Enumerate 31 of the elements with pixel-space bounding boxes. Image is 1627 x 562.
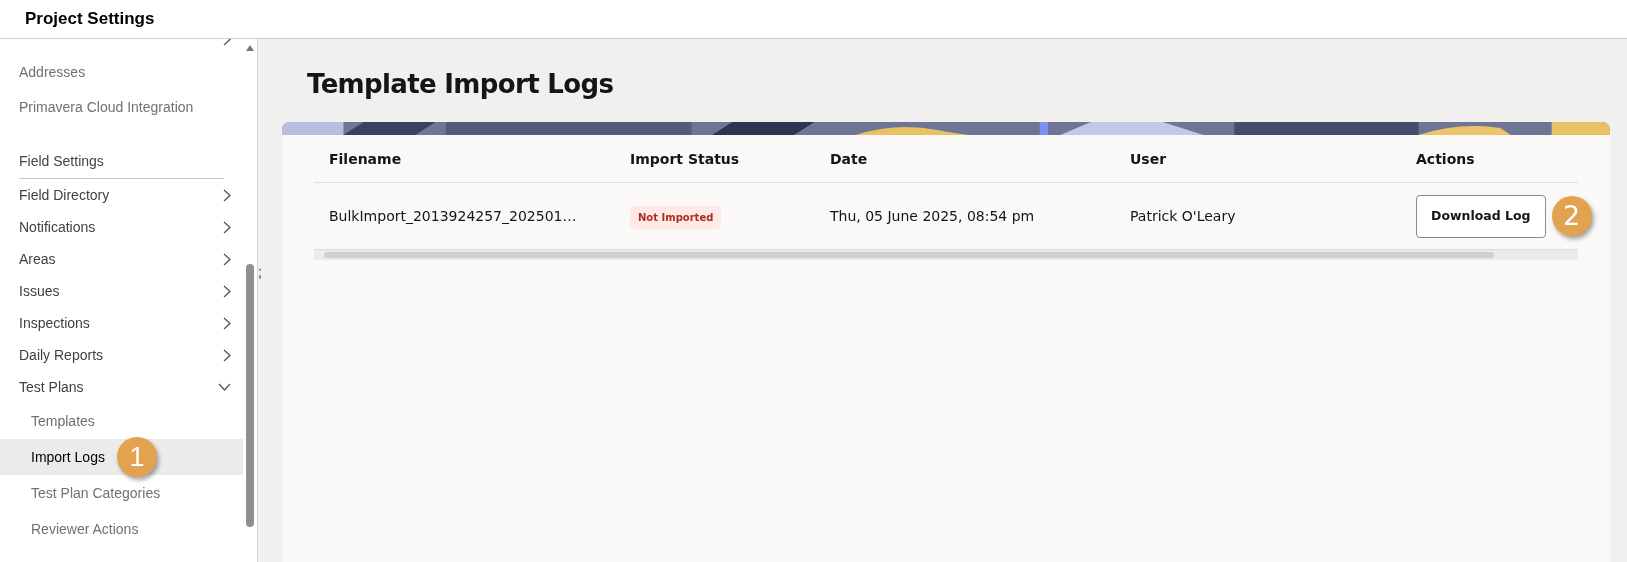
- sidebar-item[interactable]: Daily Reports: [0, 339, 243, 371]
- sidebar-item[interactable]: Test Plans: [0, 371, 243, 403]
- column-header: Filename: [329, 150, 402, 167]
- header-title: Project Settings: [25, 8, 155, 31]
- sidebar-item[interactable]: Addresses: [0, 55, 243, 90]
- column-header: Actions: [1416, 150, 1475, 167]
- sidebar-item[interactable]: Notifications: [0, 211, 243, 243]
- download-log-button[interactable]: Download Log: [1416, 194, 1546, 238]
- scrollbar[interactable]: [243, 39, 258, 562]
- column-header: Import Status: [630, 150, 740, 167]
- stray-text: ;: [258, 263, 263, 282]
- sidebar-item[interactable]: Field Directory: [0, 179, 243, 211]
- table-cell: Patrick O'Leary: [1130, 208, 1236, 224]
- sidebar-item[interactable]: Reviewer Actions: [0, 511, 243, 547]
- column-header: Date: [830, 150, 868, 167]
- sidebar-item[interactable]: Templates: [0, 403, 243, 439]
- annotation-badge: 1: [116, 437, 157, 477]
- sidebar-item[interactable]: Test Plan Categories: [0, 475, 243, 511]
- sidebar-item[interactable]: Areas: [0, 243, 243, 275]
- column-header: User: [1130, 150, 1167, 167]
- annotation-badge: 2: [1551, 196, 1592, 236]
- page-title: Template Import Logs: [307, 68, 615, 101]
- sidebar-item[interactable]: Import Logs 1: [0, 439, 243, 475]
- horizontal-scrollbar[interactable]: [314, 250, 1578, 260]
- section-heading: Field Settings: [19, 152, 104, 171]
- table-cell: Thu, 05 June 2025, 08:54 pm: [830, 208, 1035, 224]
- status-badge: Not Imported: [630, 205, 722, 229]
- sidebar-item[interactable]: Issues: [0, 275, 243, 307]
- sidebar-item[interactable]: Primavera Cloud Integration: [0, 90, 243, 125]
- sidebar-item[interactable]: Inspections: [0, 307, 243, 339]
- table-cell: BulkImport_2013924257_202501…: [329, 208, 577, 224]
